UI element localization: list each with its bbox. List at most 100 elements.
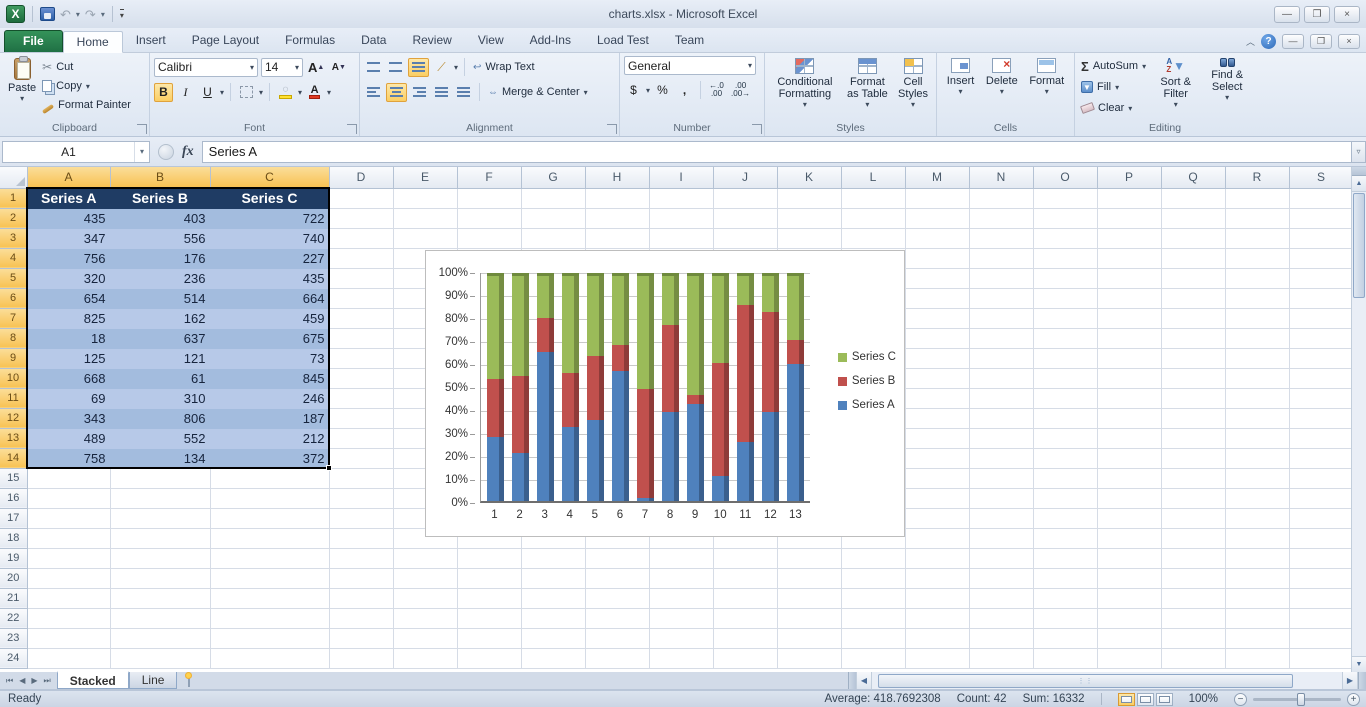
orientation-dropdown-icon[interactable]: ▾ — [454, 63, 458, 72]
grid-cell-N8[interactable] — [969, 328, 1033, 348]
grid-cell-D9[interactable] — [329, 348, 393, 368]
save-icon[interactable] — [40, 7, 55, 21]
grid-cell-Q4[interactable] — [1161, 248, 1225, 268]
dialog-launcher-icon[interactable] — [137, 124, 147, 134]
grid-cell-B20[interactable] — [110, 568, 210, 588]
bar-segment-series-c[interactable] — [712, 273, 729, 363]
grid-cell-B23[interactable] — [110, 628, 210, 648]
grid-cell-B14[interactable]: 134 — [110, 448, 210, 468]
grid-cell-M2[interactable] — [905, 208, 969, 228]
find-select-button[interactable]: Find & Select▾ — [1203, 56, 1251, 121]
stacked-bar-12[interactable] — [762, 273, 779, 501]
grid-cell-F22[interactable] — [457, 608, 521, 628]
grid-cell-D19[interactable] — [329, 548, 393, 568]
grid-cell-M18[interactable] — [905, 528, 969, 548]
legend-item-series-b[interactable]: Series B — [838, 375, 896, 387]
bar-segment-series-c[interactable] — [662, 273, 679, 325]
grid-cell-J24[interactable] — [713, 648, 777, 668]
grid-cell-M4[interactable] — [905, 248, 969, 268]
grid-cell-O9[interactable] — [1033, 348, 1097, 368]
grid-cell-P2[interactable] — [1097, 208, 1161, 228]
resize-grip[interactable] — [1358, 672, 1366, 689]
grid-cell-S7[interactable] — [1289, 308, 1353, 328]
grid-cell-Q5[interactable] — [1161, 268, 1225, 288]
fill-button[interactable]: ▼Fill▾ — [1079, 78, 1148, 96]
grid-cell-D8[interactable] — [329, 328, 393, 348]
bar-segment-series-a[interactable] — [512, 453, 529, 501]
row-header-24[interactable]: 24 — [0, 648, 27, 668]
grid-cell-O8[interactable] — [1033, 328, 1097, 348]
grid-cell-S14[interactable] — [1289, 448, 1353, 468]
grid-cell-S11[interactable] — [1289, 388, 1353, 408]
chart[interactable]: 100%90%80%70%60%50%40%30%20%10%0% 123456… — [425, 250, 905, 537]
grid-cell-I23[interactable] — [649, 628, 713, 648]
grid-cell-A15[interactable] — [27, 468, 110, 488]
grid-cell-Q21[interactable] — [1161, 588, 1225, 608]
grid-cell-O22[interactable] — [1033, 608, 1097, 628]
grid-cell-S8[interactable] — [1289, 328, 1353, 348]
redo-dropdown-icon[interactable]: ▾ — [101, 10, 105, 19]
insert-function-icon[interactable]: fx — [182, 144, 194, 160]
row-header-14[interactable]: 14 — [0, 448, 27, 468]
tab-team[interactable]: Team — [662, 30, 717, 52]
grid-cell-G2[interactable] — [521, 208, 585, 228]
zoom-level[interactable]: 100% — [1189, 693, 1218, 705]
grid-cell-D24[interactable] — [329, 648, 393, 668]
column-header-l[interactable]: L — [841, 167, 905, 188]
bar-segment-series-a[interactable] — [762, 412, 779, 501]
grid-cell-K23[interactable] — [777, 628, 841, 648]
workbook-restore-button[interactable]: ❐ — [1310, 34, 1332, 49]
grid-cell-J2[interactable] — [713, 208, 777, 228]
merge-center-button[interactable]: ⇔Merge & Center▾ — [486, 83, 590, 101]
grid-cell-P14[interactable] — [1097, 448, 1161, 468]
grid-cell-M24[interactable] — [905, 648, 969, 668]
row-header-18[interactable]: 18 — [0, 528, 27, 548]
grid-cell-R6[interactable] — [1225, 288, 1289, 308]
grid-cell-R23[interactable] — [1225, 628, 1289, 648]
grid-cell-I1[interactable] — [649, 188, 713, 208]
sheet-tab-line[interactable]: Line — [129, 672, 178, 689]
grid-cell-M20[interactable] — [905, 568, 969, 588]
grid-cell-B6[interactable]: 514 — [110, 288, 210, 308]
grid-cell-I24[interactable] — [649, 648, 713, 668]
grid-cell-P13[interactable] — [1097, 428, 1161, 448]
grid-cell-B4[interactable]: 176 — [110, 248, 210, 268]
column-header-k[interactable]: K — [777, 167, 841, 188]
grid-cell-B7[interactable]: 162 — [110, 308, 210, 328]
grid-cell-N16[interactable] — [969, 488, 1033, 508]
workbook-close-button[interactable]: × — [1338, 34, 1360, 49]
borders-dropdown-icon[interactable]: ▾ — [259, 88, 263, 97]
row-header-21[interactable]: 21 — [0, 588, 27, 608]
grid-cell-E23[interactable] — [393, 628, 457, 648]
grid-cell-G19[interactable] — [521, 548, 585, 568]
grid-cell-Q19[interactable] — [1161, 548, 1225, 568]
bar-segment-series-b[interactable] — [662, 325, 679, 411]
grid-cell-P15[interactable] — [1097, 468, 1161, 488]
grid-cell-N5[interactable] — [969, 268, 1033, 288]
grid-cell-M21[interactable] — [905, 588, 969, 608]
grid-cell-B1[interactable]: Series B — [110, 188, 210, 208]
grid-cell-B16[interactable] — [110, 488, 210, 508]
row-header-4[interactable]: 4 — [0, 248, 27, 268]
grid-cell-B3[interactable]: 556 — [110, 228, 210, 248]
scroll-up-icon[interactable]: ▲ — [1352, 176, 1366, 192]
grid-cell-O14[interactable] — [1033, 448, 1097, 468]
grid-cell-E3[interactable] — [393, 228, 457, 248]
grid-cell-P20[interactable] — [1097, 568, 1161, 588]
grid-cell-R10[interactable] — [1225, 368, 1289, 388]
column-header-j[interactable]: J — [713, 167, 777, 188]
fill-color-button[interactable]: ◌ — [276, 83, 295, 102]
grid-cell-K22[interactable] — [777, 608, 841, 628]
scroll-down-icon[interactable]: ▼ — [1352, 656, 1366, 672]
page-break-view-button[interactable] — [1156, 693, 1173, 706]
scroll-right-icon[interactable]: ▶ — [1342, 672, 1358, 689]
grid-cell-R16[interactable] — [1225, 488, 1289, 508]
grid-cell-J1[interactable] — [713, 188, 777, 208]
grid-cell-D18[interactable] — [329, 528, 393, 548]
grid-cell-P5[interactable] — [1097, 268, 1161, 288]
grid-cell-J19[interactable] — [713, 548, 777, 568]
redo-icon[interactable]: ↷ — [85, 8, 96, 21]
accounting-dropdown-icon[interactable]: ▾ — [646, 86, 650, 95]
customize-qat-icon[interactable]: ▾ — [120, 9, 124, 20]
last-sheet-icon[interactable]: ⏭ — [42, 676, 53, 686]
